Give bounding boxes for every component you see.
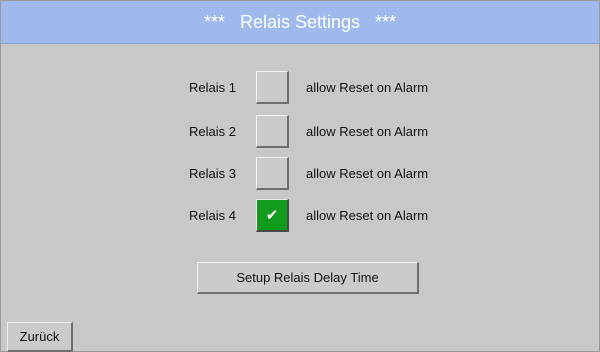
checkmark-icon <box>257 158 287 188</box>
title-bar: *** Relais Settings *** <box>1 1 599 44</box>
checkmark-icon: ✔ <box>265 206 279 224</box>
relay-4-reset-checkbox[interactable]: ✔ <box>256 199 289 232</box>
checkmark-icon <box>257 116 287 146</box>
relay-2-reset-checkbox[interactable] <box>256 115 289 148</box>
relay-4-option-label: allow Reset on Alarm <box>306 208 429 223</box>
relais-settings-screen: *** Relais Settings *** Relais 1 allow R… <box>0 0 600 352</box>
relay-1-option-label: allow Reset on Alarm <box>306 80 429 95</box>
setup-relais-delay-time-button[interactable]: Setup Relais Delay Time <box>197 262 419 294</box>
checkmark-icon <box>257 72 287 102</box>
relay-3-reset-checkbox[interactable] <box>256 157 289 190</box>
relay-row-1: Relais 1 allow Reset on Alarm <box>1 71 599 105</box>
relay-row-2: Relais 2 allow Reset on Alarm <box>1 115 599 149</box>
relay-4-label: Relais 4 <box>189 208 236 223</box>
relay-1-reset-checkbox[interactable] <box>256 71 289 104</box>
relay-2-label: Relais 2 <box>189 124 236 139</box>
title-stars-right: *** <box>375 11 397 32</box>
page-title: Relais Settings <box>239 11 361 32</box>
relay-row-3: Relais 3 allow Reset on Alarm <box>1 157 599 191</box>
title-stars-left: *** <box>203 11 225 32</box>
relay-3-option-label: allow Reset on Alarm <box>306 166 429 181</box>
relay-1-label: Relais 1 <box>189 80 236 95</box>
back-button[interactable]: Zurück <box>7 322 73 352</box>
relay-2-option-label: allow Reset on Alarm <box>306 124 429 139</box>
relay-3-label: Relais 3 <box>189 166 236 181</box>
relay-row-4: Relais 4 ✔ allow Reset on Alarm <box>1 199 599 233</box>
